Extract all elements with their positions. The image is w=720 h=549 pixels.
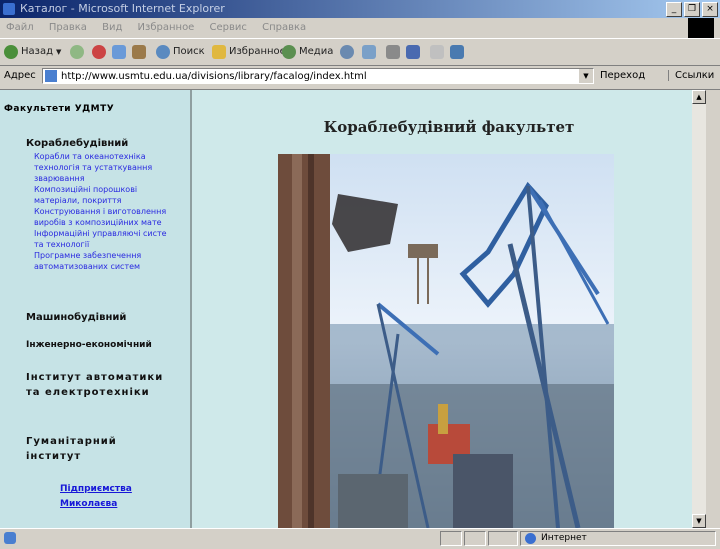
forward-arrow-icon bbox=[70, 45, 84, 59]
list-item[interactable]: зварювання bbox=[34, 173, 184, 184]
maximize-button[interactable]: ❐ bbox=[684, 2, 700, 17]
back-arrow-icon bbox=[4, 45, 18, 59]
go-button[interactable]: Переход bbox=[600, 70, 645, 81]
discuss-icon bbox=[430, 45, 444, 59]
home-icon bbox=[132, 45, 146, 59]
stop-icon bbox=[92, 45, 106, 59]
shipyard-photo bbox=[278, 154, 614, 528]
list-item[interactable]: технологія та устаткування bbox=[34, 162, 184, 173]
standard-toolbar: Назад ▼ Поиск Избранное Медиа bbox=[0, 38, 720, 66]
section-shipbuilding[interactable]: Кораблебудівний bbox=[26, 138, 128, 149]
status-cell bbox=[464, 531, 486, 546]
menu-tools[interactable]: Сервис bbox=[210, 18, 247, 38]
zone-label: Интернет bbox=[541, 533, 587, 543]
scroll-down-icon[interactable]: ▼ bbox=[692, 514, 706, 528]
print-button[interactable] bbox=[386, 43, 400, 61]
chevron-down-icon: ▼ bbox=[56, 48, 62, 56]
list-item[interactable]: автоматизованих систем bbox=[34, 261, 184, 272]
list-item[interactable]: Композиційні порошкові bbox=[34, 184, 184, 195]
status-cell bbox=[440, 531, 462, 546]
status-bar: Интернет bbox=[0, 528, 720, 549]
minimize-button[interactable]: _ bbox=[666, 2, 682, 17]
window-titlebar: Каталог - Microsoft Internet Explorer _ … bbox=[0, 0, 720, 18]
page-status-icon bbox=[4, 532, 16, 544]
address-dropdown-icon[interactable]: ▼ bbox=[579, 69, 593, 83]
mail-icon bbox=[362, 45, 376, 59]
vertical-scrollbar[interactable]: ▲ ▼ bbox=[692, 90, 706, 528]
address-bar: Адрес http://www.usmtu.edu.ua/divisions/… bbox=[0, 65, 720, 90]
back-button[interactable]: Назад ▼ bbox=[4, 43, 61, 61]
menu-favorites[interactable]: Избранное bbox=[138, 18, 195, 38]
address-label: Адрес bbox=[4, 70, 36, 81]
print-icon bbox=[386, 45, 400, 59]
window-controls: _ ❐ × bbox=[666, 2, 718, 17]
search-button[interactable]: Поиск bbox=[156, 43, 205, 61]
page-content: Факультети УДМТУ Кораблебудівний Корабли… bbox=[0, 90, 720, 528]
list-item[interactable]: матеріали, покриття bbox=[34, 195, 184, 206]
faculties-heading: Факультети УДМТУ bbox=[4, 104, 115, 114]
address-url: http://www.usmtu.edu.ua/divisions/librar… bbox=[61, 71, 367, 82]
list-item[interactable]: Конструювання і виготовлення bbox=[34, 206, 184, 217]
list-item[interactable]: Корабли та океанотехніка bbox=[34, 151, 184, 162]
list-item[interactable]: Програмне забезпечення bbox=[34, 250, 184, 261]
main-frame: Кораблебудівний факультет ▲ ▼ bbox=[192, 90, 706, 528]
stop-button[interactable] bbox=[92, 43, 106, 61]
security-zone: Интернет bbox=[520, 531, 716, 546]
status-cell bbox=[488, 531, 518, 546]
forward-button[interactable] bbox=[70, 43, 84, 61]
list-item[interactable]: Інформаційні управляючі систе bbox=[34, 228, 184, 239]
close-button[interactable]: × bbox=[702, 2, 718, 17]
section-economics[interactable]: Інженерно-економічний bbox=[26, 340, 152, 350]
menu-help[interactable]: Справка bbox=[262, 18, 306, 38]
ie-icon bbox=[3, 3, 15, 15]
section-humanities-institute[interactable]: Гуманітарний інститут bbox=[26, 434, 146, 464]
globe-icon bbox=[525, 533, 536, 544]
discuss-button[interactable] bbox=[430, 43, 444, 61]
shipbuilding-subitems: Корабли та океанотехніка технологія та у… bbox=[34, 151, 184, 272]
link-enterprises[interactable]: Підприємства bbox=[60, 484, 132, 494]
mail-button[interactable] bbox=[362, 43, 376, 61]
menu-file[interactable]: Файл bbox=[6, 18, 34, 38]
section-automation-institute[interactable]: Інститут автоматики та електротехніки bbox=[26, 370, 176, 400]
history-button[interactable] bbox=[340, 43, 354, 61]
messenger-button[interactable] bbox=[450, 43, 464, 61]
windows-logo-icon bbox=[688, 18, 714, 38]
window-title: Каталог - Microsoft Internet Explorer bbox=[20, 2, 225, 15]
edit-icon bbox=[406, 45, 420, 59]
menu-bar: Файл Правка Вид Избранное Сервис Справка bbox=[0, 18, 720, 38]
edit-button[interactable] bbox=[406, 43, 420, 61]
list-item[interactable]: виробів з композиційних мате bbox=[34, 217, 184, 228]
home-button[interactable] bbox=[132, 43, 146, 61]
menu-view[interactable]: Вид bbox=[102, 18, 122, 38]
address-input[interactable]: http://www.usmtu.edu.ua/divisions/librar… bbox=[42, 68, 594, 84]
page-title: Кораблебудівний факультет bbox=[323, 118, 575, 136]
page-icon bbox=[45, 70, 57, 82]
section-mechanical[interactable]: Машинобудівний bbox=[26, 312, 126, 323]
menu-edit[interactable]: Правка bbox=[49, 18, 87, 38]
favorites-icon bbox=[212, 45, 226, 59]
favorites-button[interactable]: Избранное bbox=[212, 43, 286, 61]
media-button[interactable]: Медиа bbox=[282, 43, 333, 61]
links-button[interactable]: Ссылки bbox=[668, 70, 714, 81]
messenger-icon bbox=[450, 45, 464, 59]
refresh-button[interactable] bbox=[112, 43, 126, 61]
history-icon bbox=[340, 45, 354, 59]
search-icon bbox=[156, 45, 170, 59]
link-mykolaiv[interactable]: Миколаєва bbox=[60, 499, 117, 509]
refresh-icon bbox=[112, 45, 126, 59]
scroll-up-icon[interactable]: ▲ bbox=[692, 90, 706, 104]
media-icon bbox=[282, 45, 296, 59]
left-navigation-frame: Факультети УДМТУ Кораблебудівний Корабли… bbox=[0, 90, 192, 528]
list-item[interactable]: та технології bbox=[34, 239, 184, 250]
